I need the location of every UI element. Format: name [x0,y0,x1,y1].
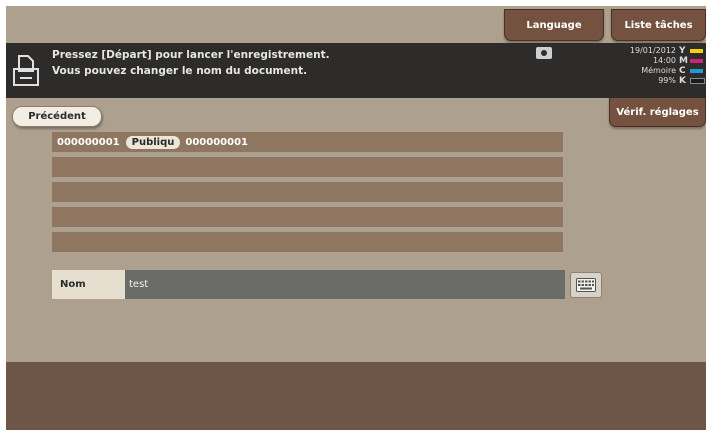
box-number: 000000001 [57,136,120,148]
empty-row [52,157,563,177]
toner-label: M [679,56,688,66]
instruction-line-2: Vous pouvez changer le nom du document. [52,65,308,77]
empty-row [52,207,563,227]
task-list-button[interactable]: Liste tâches [611,9,706,41]
verify-settings-button[interactable]: Vérif. réglages [609,98,706,127]
destination-path-row: 000000001 Publiqu 000000001 [52,132,563,152]
footer-bar [6,362,706,430]
memory-value: 99% [658,76,676,85]
box-type-badge: Publiqu [125,135,181,149]
keyboard-button[interactable] [570,272,602,298]
status-info: 19/01/2012 14:00 Mémoire 99% [604,46,676,86]
toner-bar-icon [690,49,703,53]
toner-bar-icon [690,59,703,63]
message-bar: Pressez [Départ] pour lancer l'enregistr… [6,43,706,98]
toner-levels: Y M C K [679,46,705,86]
empty-row [52,232,563,252]
toner-magenta: M [679,56,705,66]
document-icon [13,55,39,86]
toner-bar-icon [690,69,703,73]
instruction-line-1: Pressez [Départ] pour lancer l'enregistr… [52,49,330,61]
panel-screen: Language Liste tâches Pressez [Départ] p… [6,6,706,430]
memory-label: Mémoire [641,66,676,75]
language-button[interactable]: Language [504,9,604,41]
toner-black: K [679,76,705,86]
document-name-field[interactable]: test [125,270,565,299]
name-label: Nom [52,270,125,299]
camera-icon [536,47,552,59]
toner-label: C [679,66,686,76]
toner-label: K [679,76,686,86]
previous-button[interactable]: Précédent [12,106,102,127]
folder-number: 000000001 [185,136,248,148]
toner-label: Y [679,46,686,56]
empty-row [52,182,563,202]
status-time: 14:00 [652,56,676,65]
toner-cyan: C [679,66,705,76]
toner-yellow: Y [679,46,705,56]
status-date: 19/01/2012 [629,46,676,55]
keyboard-icon [576,278,596,292]
toner-bar-icon [690,78,705,84]
